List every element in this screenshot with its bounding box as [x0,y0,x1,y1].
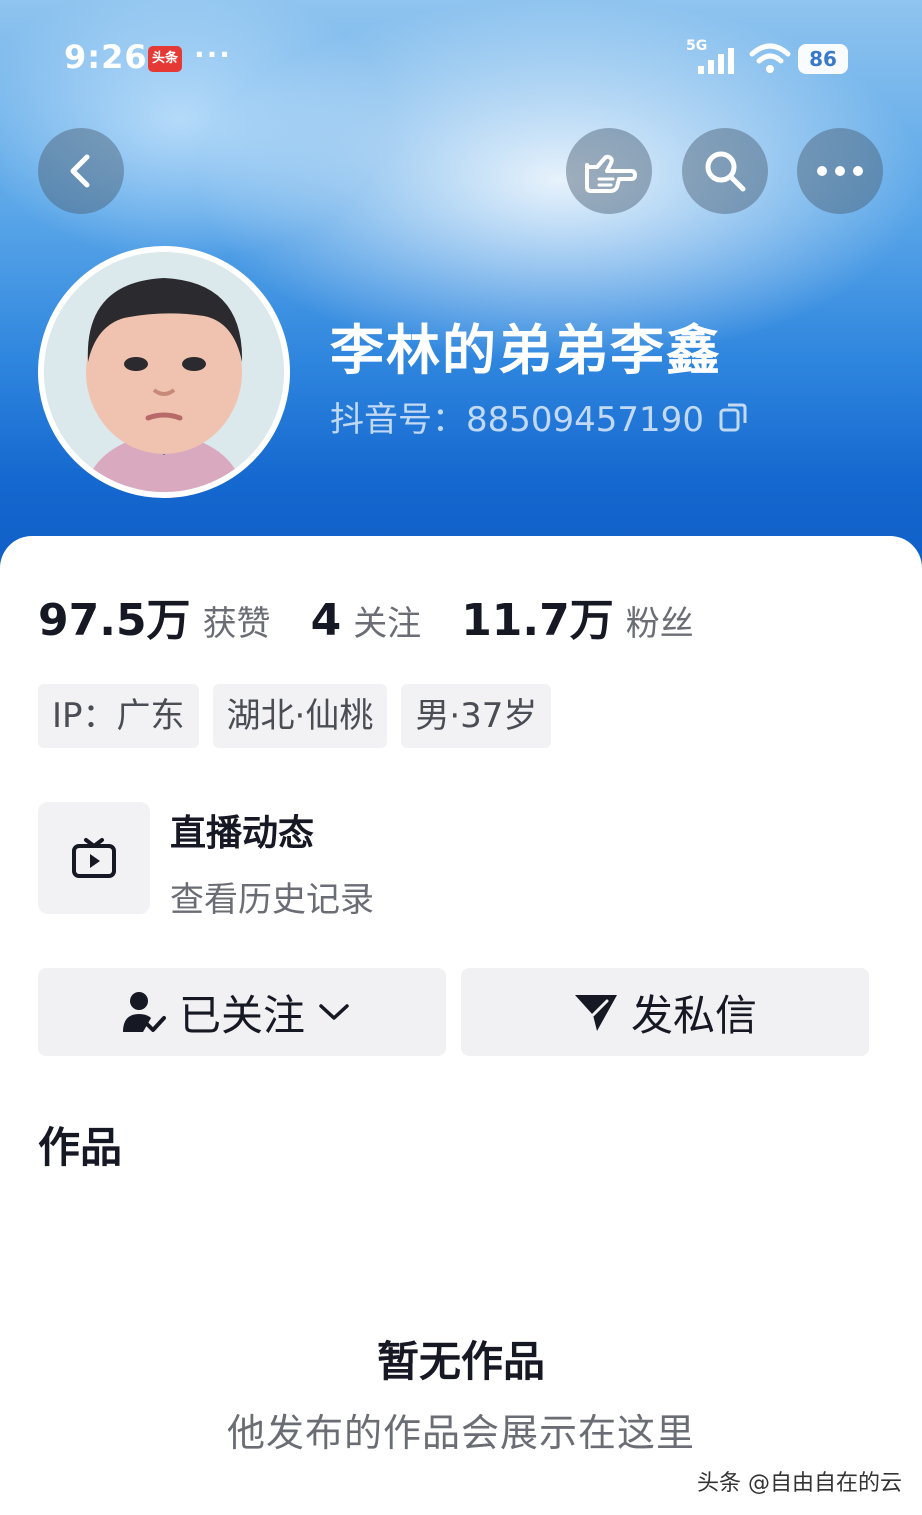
tag-gender-age: 男·37岁 [401,684,552,748]
chevron-down-icon [319,1004,349,1020]
nickname: 李林的弟弟李鑫 [330,319,722,382]
pointing-hand-icon [585,154,637,193]
tv-icon [72,838,116,878]
followed-button[interactable]: 已关注 [38,968,446,1056]
following-count[interactable]: 4 [311,595,342,646]
status-bar: 9:26 头条 ··· 5G 86 [0,30,922,90]
search-icon [705,151,746,192]
likes-count: 97.5万 [38,595,191,646]
following-label[interactable]: 关注 [353,596,421,645]
chevron-left-icon [70,154,90,188]
followers-count[interactable]: 11.7万 [461,584,614,648]
profile-tags: IP：广东 湖北·仙桃 男·37岁 [38,684,565,748]
followers-label[interactable]: 粉丝 [626,596,694,645]
toutiao-app-icon: 头条 [148,46,182,72]
avatar[interactable] [38,246,290,498]
tag-location: 湖北·仙桃 [212,684,388,748]
live-subtitle[interactable]: 查看历史记录 [170,872,374,921]
status-more-dots: ··· [194,38,232,71]
send-message-button[interactable]: 发私信 [461,968,869,1056]
user-check-icon [122,992,166,1032]
likes-label: 获赞 [202,604,271,644]
live-title[interactable]: 直播动态 [170,804,314,856]
paper-plane-icon [574,995,617,1031]
watermark: 头条 @自由自在的云 [697,1471,902,1496]
search-button[interactable] [682,128,768,214]
more-dots-icon [817,166,863,176]
profile-header: 9:26 头条 ··· 5G 86 李林的弟弟李鑫 抖音号：8850945719… [0,0,922,600]
copy-icon[interactable] [718,401,748,433]
profile-card: 97.5万 获赞 4 关注 11.7万 粉丝 IP：广东 湖北·仙桃 男·37岁… [0,536,922,1515]
more-button[interactable] [797,128,883,214]
douyin-id-text: 抖音号：88509457190 [330,400,704,440]
followed-label: 已关注 [178,990,305,1040]
avatar-photo [44,252,284,492]
tag-ip: IP：广东 [38,684,199,748]
empty-works-subtitle: 他发布的作品会展示在这里 [226,1411,695,1455]
empty-works-title: 暂无作品 [376,1337,545,1386]
douyin-id[interactable]: 抖音号：88509457190 [330,392,748,441]
gesture-button[interactable] [566,128,652,214]
back-button[interactable] [38,128,124,214]
signal-icon [698,48,734,74]
stats-row: 97.5万 获赞 4 关注 11.7万 粉丝 [38,584,734,648]
live-history-button[interactable] [38,802,150,914]
status-time: 9:26 [64,38,148,76]
battery-indicator: 86 [798,44,848,74]
works-tab-title[interactable]: 作品 [38,1114,122,1175]
wifi-icon [749,43,791,73]
send-message-label: 发私信 [630,990,757,1040]
